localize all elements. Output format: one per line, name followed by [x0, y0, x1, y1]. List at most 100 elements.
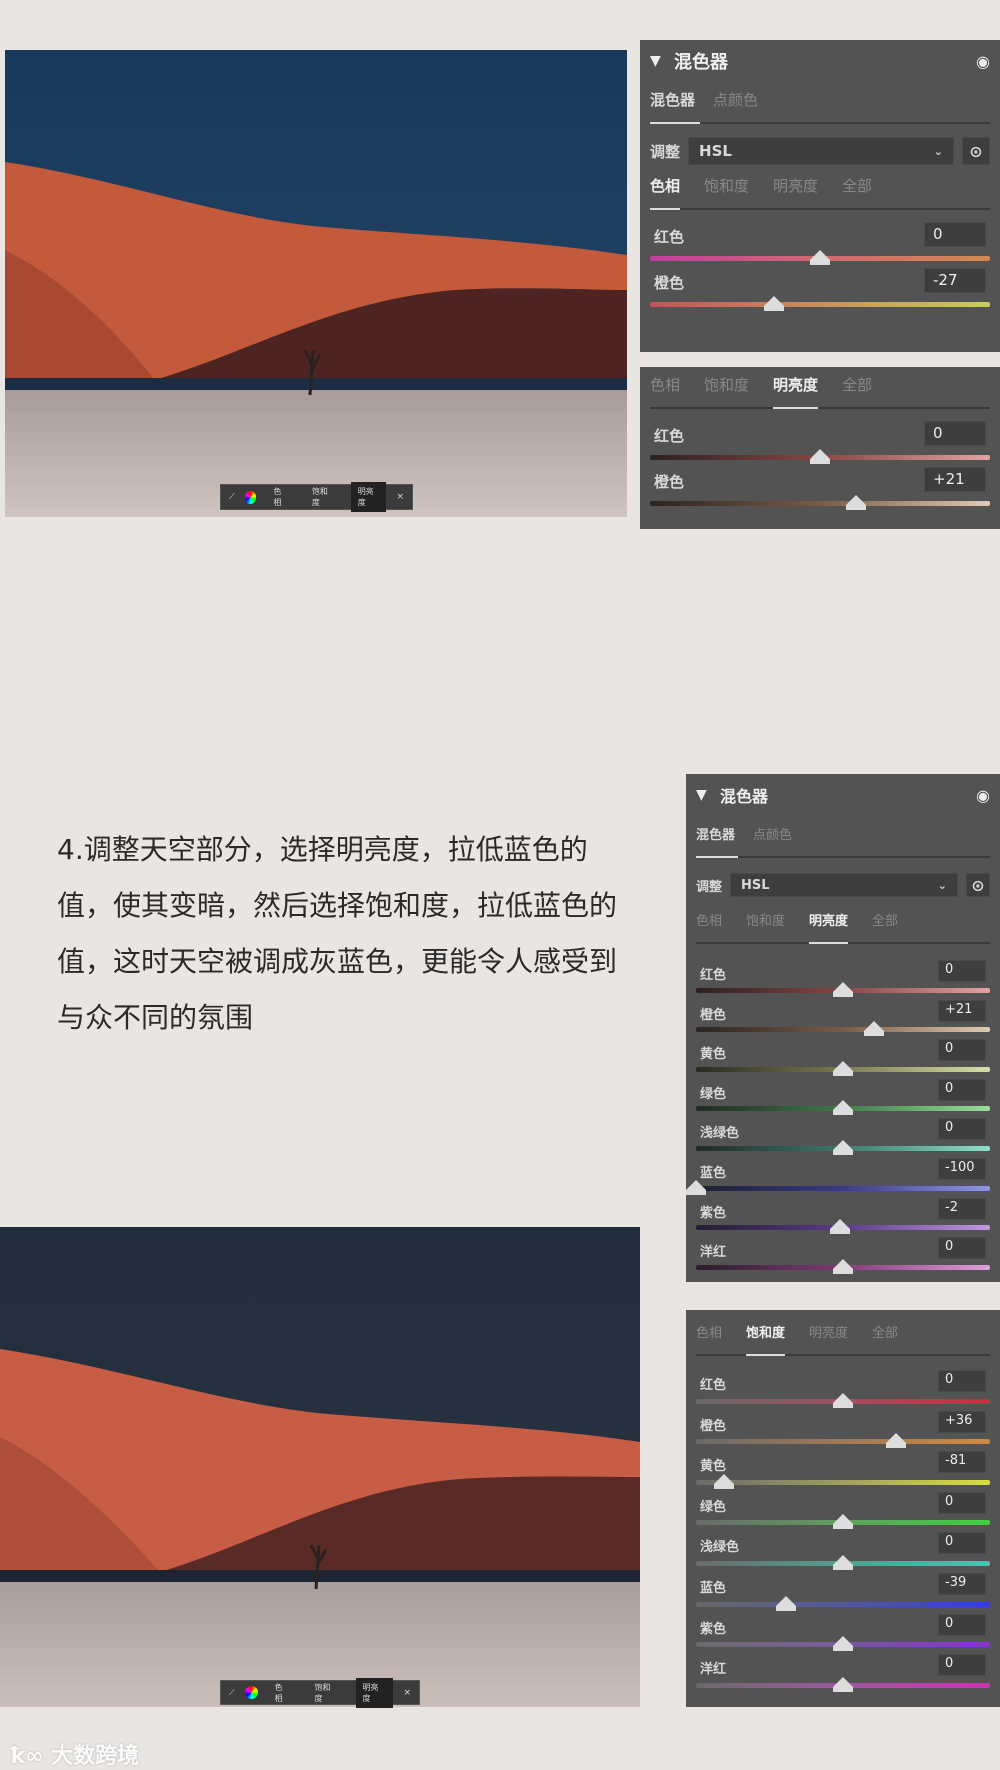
slider-value-input[interactable]: 0 — [938, 1532, 986, 1555]
slider-value-input[interactable]: -39 — [938, 1572, 986, 1595]
tab-point-color[interactable]: 点颜色 — [713, 89, 758, 110]
slider-track[interactable] — [650, 501, 990, 506]
slider-track[interactable] — [696, 1185, 990, 1191]
slider-value-input[interactable]: +21 — [924, 467, 986, 492]
slider-value-input[interactable]: -27 — [924, 268, 986, 293]
target-adjust-icon[interactable]: ⊙ — [962, 137, 990, 165]
tab-hue[interactable]: 色相 — [696, 1322, 722, 1341]
tab-hue[interactable]: 色相 — [696, 910, 722, 929]
slider-value-input[interactable]: -81 — [938, 1451, 986, 1474]
slider-value-input[interactable]: 0 — [938, 1039, 986, 1062]
slider-value-input[interactable]: -100 — [938, 1157, 986, 1180]
slider-row: 红色 0 — [650, 421, 990, 471]
slider-thumb[interactable] — [713, 1473, 734, 1489]
eye-icon[interactable]: ◉ — [976, 52, 990, 71]
slider-label: 橙色 — [654, 274, 685, 292]
tab-all[interactable]: 全部 — [842, 175, 872, 196]
slider-thumb[interactable] — [775, 1595, 796, 1611]
slider-value-input[interactable]: 0 — [938, 1613, 986, 1636]
slider-thumb[interactable] — [833, 1636, 853, 1652]
tab-luminance[interactable]: 明亮度 — [773, 175, 818, 196]
slider-track[interactable] — [696, 1027, 990, 1033]
slider-value-input[interactable]: -2 — [938, 1197, 986, 1220]
toolbar-hue[interactable]: 色相 — [266, 482, 295, 512]
chevron-down-icon[interactable]: ▼ — [650, 53, 674, 69]
slider-row: 洋红 0 — [696, 1237, 990, 1281]
slider-thumb[interactable] — [845, 495, 866, 510]
slider-track[interactable] — [696, 1601, 990, 1607]
slider-value-input[interactable]: +36 — [938, 1410, 986, 1433]
slider-value-input[interactable]: 0 — [938, 1078, 986, 1101]
logo-mark-icon: ꝁ∞ — [10, 1744, 52, 1769]
eye-icon[interactable]: ◉ — [976, 786, 990, 805]
slider-thumb[interactable] — [863, 1021, 884, 1037]
toolbar-hue[interactable]: 色相 — [268, 1678, 298, 1708]
slider-thumb[interactable] — [833, 1514, 853, 1530]
slider-thumb[interactable] — [833, 1676, 853, 1692]
toolbar-luminance[interactable]: 明亮度 — [355, 1677, 394, 1708]
slider-value-input[interactable]: 0 — [938, 1237, 986, 1260]
tab-hue[interactable]: 色相 — [650, 175, 680, 196]
tab-saturation[interactable]: 饱和度 — [704, 175, 749, 196]
slider-value-input[interactable]: 0 — [938, 1370, 986, 1392]
slider-value-input[interactable]: 0 — [938, 1118, 986, 1141]
slider-value-input[interactable]: 0 — [938, 960, 986, 982]
slider-thumb[interactable] — [833, 1554, 853, 1570]
toolbar-saturation[interactable]: 饱和度 — [308, 1678, 346, 1708]
slider-thumb[interactable] — [686, 1179, 706, 1195]
slider-value-input[interactable]: 0 — [924, 222, 986, 247]
slider-thumb[interactable] — [833, 1392, 853, 1408]
toolbar-saturation[interactable]: 饱和度 — [305, 482, 341, 512]
tab-luminance[interactable]: 明亮度 — [809, 910, 848, 929]
curve-icon[interactable]: ⟋ — [229, 1688, 235, 1698]
slider-track[interactable] — [650, 302, 990, 307]
slider-row: 蓝色 -100 — [686, 1157, 990, 1202]
tab-all[interactable]: 全部 — [872, 1322, 898, 1341]
mixer-panel-luminance-full: ▼ 混色器 ◉ 混色器 点颜色 调整 HSL ⌄ ⊙ 色相 饱和度 明亮度 全部 红色 0 橙色 +21… — [686, 774, 1000, 1282]
slider-label: 浅绿色 — [700, 1540, 740, 1556]
tab-saturation[interactable]: 饱和度 — [746, 1322, 785, 1341]
tab-luminance[interactable]: 明亮度 — [809, 1322, 848, 1341]
slider-value-input[interactable]: 0 — [924, 421, 986, 446]
close-icon[interactable]: × — [396, 492, 404, 502]
slider-thumb[interactable] — [810, 250, 830, 265]
active-tab-underline — [809, 942, 849, 944]
slider-label: 紫色 — [700, 1621, 727, 1637]
tab-luminance[interactable]: 明亮度 — [773, 374, 818, 395]
slider-thumb[interactable] — [885, 1433, 906, 1449]
slider-thumb[interactable] — [833, 1139, 853, 1155]
slider-track[interactable] — [696, 1439, 990, 1445]
slider-value-input[interactable]: +21 — [938, 999, 986, 1022]
adjust-select[interactable]: HSL ⌄ — [730, 873, 958, 897]
slider-thumb[interactable] — [833, 981, 853, 997]
slider-thumb[interactable] — [833, 1258, 853, 1274]
slider-thumb[interactable] — [764, 296, 785, 311]
slider-thumb[interactable] — [833, 1100, 853, 1116]
color-wheel-icon[interactable] — [244, 1686, 258, 1699]
slider-row: 黄色 0 — [696, 1039, 990, 1083]
slider-track[interactable] — [696, 1479, 990, 1485]
tab-all[interactable]: 全部 — [872, 910, 898, 929]
tab-hue[interactable]: 色相 — [650, 374, 680, 395]
toolbar-luminance[interactable]: 明亮度 — [350, 482, 387, 512]
slider-label: 橙色 — [654, 473, 685, 491]
tab-mixer[interactable]: 混色器 — [650, 89, 695, 110]
slider-value-input[interactable]: 0 — [938, 1654, 986, 1677]
slider-thumb[interactable] — [830, 1219, 851, 1235]
target-adjust-icon[interactable]: ⊙ — [966, 873, 990, 897]
color-wheel-icon[interactable] — [244, 490, 257, 504]
slider-thumb[interactable] — [833, 1060, 853, 1076]
curve-icon[interactable]: ⟋ — [229, 492, 235, 502]
tab-mixer[interactable]: 混色器 — [696, 824, 735, 843]
tab-all[interactable]: 全部 — [842, 374, 872, 395]
tab-saturation[interactable]: 饱和度 — [746, 910, 785, 929]
close-icon[interactable]: × — [403, 1688, 411, 1698]
adjust-select[interactable]: HSL ⌄ — [688, 137, 954, 165]
tab-saturation[interactable]: 饱和度 — [704, 374, 749, 395]
slider-value-input[interactable]: 0 — [938, 1491, 986, 1514]
chevron-down-icon[interactable]: ▼ — [696, 787, 720, 803]
active-tab-underline — [773, 407, 819, 409]
slider-thumb[interactable] — [810, 449, 830, 464]
tab-point-color[interactable]: 点颜色 — [753, 824, 792, 843]
slider-label: 绿色 — [700, 1499, 727, 1515]
